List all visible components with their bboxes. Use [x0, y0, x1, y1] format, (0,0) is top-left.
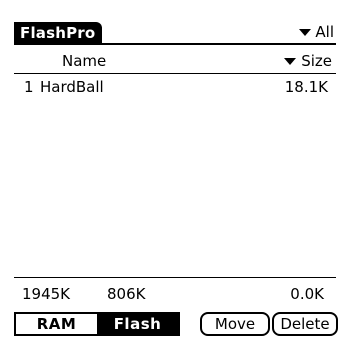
title-rule: [14, 43, 336, 45]
column-header-name[interactable]: Name: [62, 51, 106, 71]
free-flash: 806K: [107, 285, 146, 303]
category-label: All: [315, 23, 334, 41]
list-item-index: 1: [24, 78, 34, 96]
storage-segmented-control: RAM Flash: [14, 312, 180, 336]
segment-flash[interactable]: Flash: [97, 314, 178, 334]
sort-triangle-icon: [284, 57, 297, 65]
list-item-size: 18.1K: [284, 78, 328, 96]
move-button[interactable]: Move: [200, 312, 270, 336]
column-header-size[interactable]: Size: [284, 51, 332, 71]
app-title: FlashPro: [14, 22, 103, 45]
list-item[interactable]: 1 HardBall 18.1K: [14, 77, 334, 97]
segment-ram[interactable]: RAM: [16, 314, 97, 334]
triangle-down-icon: [299, 28, 312, 36]
free-total: 1945K: [22, 285, 71, 303]
header-rule: [14, 73, 336, 74]
list-item-name: HardBall: [40, 78, 104, 96]
screen: FlashPro All Name Size 1 HardBall 18.1K …: [0, 0, 346, 347]
category-selector[interactable]: All: [299, 22, 334, 42]
footer-rule: [14, 277, 336, 278]
column-header-size-label: Size: [301, 52, 332, 70]
delete-button[interactable]: Delete: [272, 312, 338, 336]
selected-total: 0.0K: [290, 285, 324, 303]
